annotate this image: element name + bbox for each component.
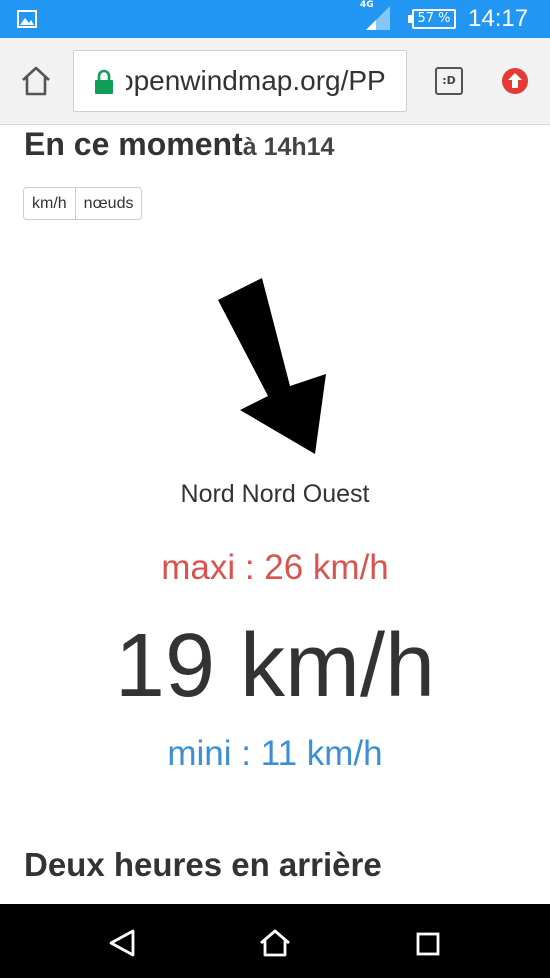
unit-knots-button[interactable]: nœuds: [74, 188, 142, 219]
back-icon[interactable]: [108, 928, 136, 958]
update-icon[interactable]: [501, 67, 529, 95]
min-speed: mini : 11 km/h: [167, 734, 383, 773]
current-time: à 14h14: [242, 133, 335, 161]
gallery-notification-icon: [17, 10, 37, 28]
wind-direction: Nord Nord Ouest: [180, 480, 370, 508]
signal-icon: [366, 6, 390, 30]
browser-toolbar: openwindmap.org/PP :D: [0, 38, 550, 125]
two-hours-heading: Deux heures en arrière: [24, 846, 382, 883]
lock-icon: [95, 69, 113, 94]
status-bar: 4G 57 % 14:17: [0, 0, 550, 38]
url-bar[interactable]: openwindmap.org/PP: [73, 50, 407, 112]
page-content: En ce momentà 14h14 km/h nœuds Nord Nord…: [0, 126, 550, 904]
tab-switcher-button[interactable]: :D: [435, 67, 463, 95]
unit-selector: km/h nœuds: [23, 187, 143, 220]
current-heading: En ce momentà 14h14: [24, 126, 335, 162]
unit-kmh-button[interactable]: km/h: [24, 188, 75, 219]
max-speed: maxi : 26 km/h: [161, 548, 389, 587]
home-icon[interactable]: [20, 65, 52, 97]
home-nav-icon[interactable]: [258, 928, 292, 958]
battery-indicator: 57 %: [408, 9, 456, 29]
url-text: openwindmap.org/PP: [126, 65, 386, 96]
wind-direction-arrow-icon: [218, 278, 326, 454]
navigation-bar: [0, 904, 550, 978]
recent-apps-icon[interactable]: [416, 932, 440, 956]
clock: 14:17: [468, 5, 529, 32]
current-speed: 19 km/h: [114, 616, 436, 716]
